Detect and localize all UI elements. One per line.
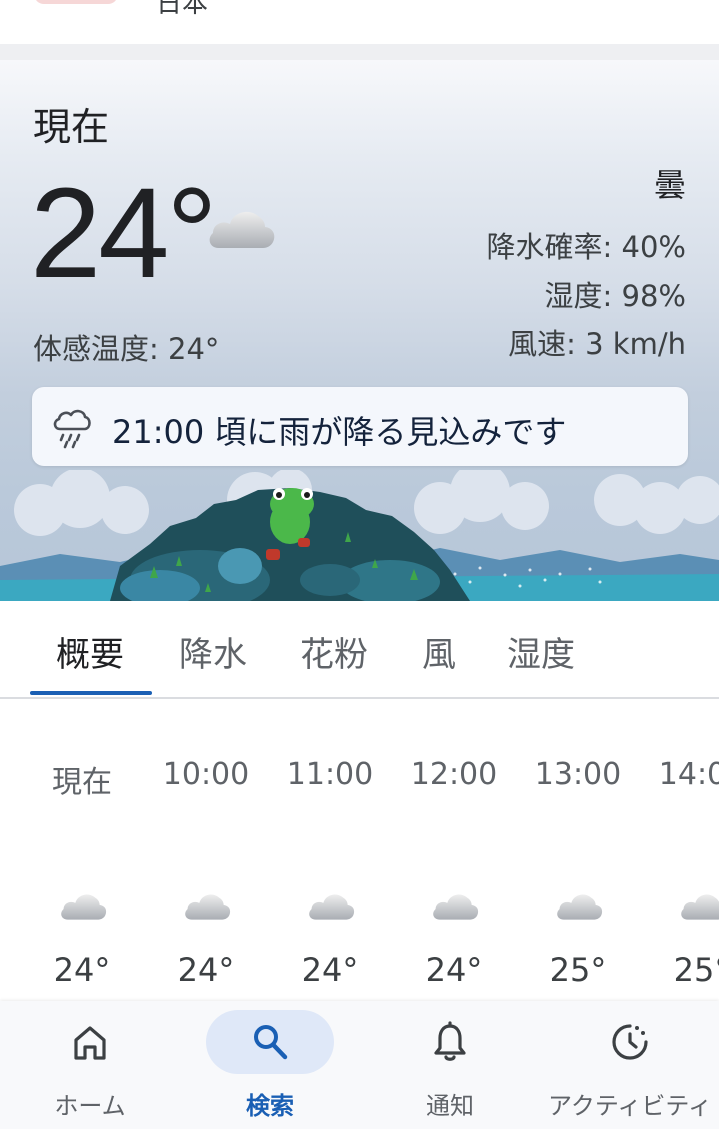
hourly-item: 13:00 25° (516, 699, 640, 1001)
hourly-item: 12:00 24° (392, 699, 516, 1001)
location-chip[interactable] (34, 0, 118, 4)
hourly-item: 14:00 25° (640, 699, 719, 1001)
tab-humidity[interactable]: 湿度 (507, 627, 575, 676)
cloud-icon (430, 887, 480, 923)
rain-icon (53, 409, 91, 449)
hour-temperature: 24° (301, 951, 359, 989)
hour-time: 14:00 (658, 757, 719, 792)
current-weather-card: 現在 24° 体感温度: 24° 曇 降水確率: 40% 湿度: 98% 風速:… (0, 60, 719, 601)
feels-like: 体感温度: 24° (33, 332, 220, 366)
weather-illustration (0, 470, 719, 601)
hour-temperature: 24° (177, 951, 235, 989)
section-divider (0, 44, 719, 60)
hourly-item: 10:00 24° (144, 699, 268, 1001)
home-icon (74, 1026, 106, 1060)
cloud-icon (182, 887, 232, 923)
rain-alert[interactable]: 21:00 頃に雨が降る見込みです (32, 387, 688, 466)
cloud-icon (58, 887, 108, 923)
cloud-icon (678, 887, 719, 923)
top-bar-text: 日本 (156, 0, 209, 19)
hour-temperature: 25° (673, 951, 719, 989)
hour-time: 現在 (52, 765, 112, 800)
hour-temperature: 24° (53, 951, 111, 989)
tab-overview[interactable]: 概要 (56, 627, 124, 676)
nav-activity-label: アクティビティ (548, 1092, 712, 1120)
hourly-item: 11:00 24° (268, 699, 392, 1001)
hourly-item: 現在 24° (20, 699, 144, 1001)
current-temperature: 24° (30, 162, 218, 305)
hour-time: 12:00 (410, 757, 498, 792)
bottom-navigation: ホーム 検索 通知 アクティビティ (0, 1001, 719, 1129)
cloud-icon (205, 202, 277, 252)
search-icon (254, 1025, 288, 1060)
detail-tabs: 概要 降水 花粉 風 湿度 (0, 601, 719, 699)
hour-time: 11:00 (286, 757, 374, 792)
bell-icon (434, 1021, 466, 1061)
hour-temperature: 24° (425, 951, 483, 989)
nav-activity[interactable]: アクティビティ (540, 1001, 719, 1129)
tab-wind[interactable]: 風 (422, 627, 456, 676)
nav-home[interactable]: ホーム (0, 1001, 180, 1129)
activity-icon (612, 1024, 648, 1060)
cloud-icon (554, 887, 604, 923)
nav-search[interactable]: 検索 (180, 1001, 360, 1129)
cloud-icon (306, 887, 356, 923)
hourly-forecast[interactable]: 現在 24° 10:00 24° 11:00 24° 12:00 24° 13:… (0, 699, 719, 1001)
tab-pollen[interactable]: 花粉 (300, 627, 368, 676)
tab-precipitation[interactable]: 降水 (179, 627, 247, 676)
rain-alert-text: 21:00 頃に雨が降る見込みです (112, 413, 567, 451)
precipitation-chance: 降水確率: 40% (486, 230, 686, 264)
wind-speed: 風速: 3 km/h (508, 327, 686, 361)
current-label: 現在 (33, 105, 110, 149)
humidity-value: 湿度: 98% (544, 279, 686, 313)
hour-time: 10:00 (162, 757, 250, 792)
hour-temperature: 25° (549, 951, 607, 989)
condition-text: 曇 (653, 166, 686, 204)
top-bar: 日本 (0, 0, 719, 44)
tab-indicator (30, 691, 152, 695)
hour-time: 13:00 (534, 757, 622, 792)
nav-notifications[interactable]: 通知 (360, 1001, 540, 1129)
